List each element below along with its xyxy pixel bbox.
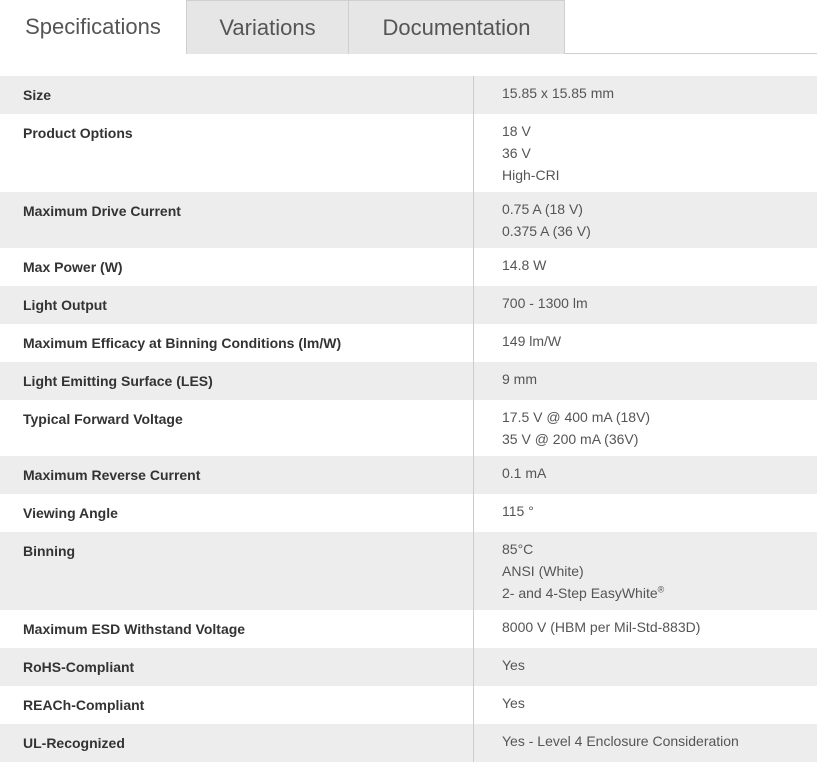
spec-value-line: 115 °	[502, 500, 817, 522]
spec-value-text: 85°C	[502, 541, 534, 557]
spec-value-line: 36 V	[502, 142, 817, 164]
spec-value-line: 0.75 A (18 V)	[502, 198, 817, 220]
spec-label: Binning	[0, 532, 474, 610]
spec-value: 14.8 W	[474, 248, 817, 286]
spec-value-text: 8000 V (HBM per Mil-Std-883D)	[502, 619, 701, 635]
spec-value-line: 0.1 mA	[502, 462, 817, 484]
spec-value-text: 115 °	[502, 503, 534, 519]
spec-row: Viewing Angle 115 °	[0, 494, 817, 532]
spec-row: Maximum ESD Withstand Voltage 8000 V (HBM…	[0, 610, 817, 648]
spec-value: 700 - 1300 lm	[474, 286, 817, 324]
spec-value-line: 85°C	[502, 538, 817, 560]
registered-mark: ®	[657, 584, 665, 595]
spec-value-text: 700 - 1300 lm	[502, 295, 588, 311]
spec-value-text: Yes - Level 4 Enclosure Consideration	[502, 733, 739, 749]
tab-variations[interactable]: Variations	[186, 0, 349, 54]
spec-value-text: Yes	[502, 695, 525, 711]
spec-value-line: 18 V	[502, 120, 817, 142]
spec-value-line: ANSI (White)	[502, 560, 817, 582]
spec-value: 15.85 x 15.85 mm	[474, 76, 817, 114]
spec-value-text: 36 V	[502, 145, 531, 161]
spec-label: Maximum Reverse Current	[0, 456, 474, 494]
spec-row: Product Options 18 V 36 V High-CRI	[0, 114, 817, 192]
spec-row: RoHS-Compliant Yes	[0, 648, 817, 686]
spec-row: Light Output 700 - 1300 lm	[0, 286, 817, 324]
spec-label: Maximum Efficacy at Binning Conditions (…	[0, 324, 474, 362]
spec-value: Yes	[474, 686, 817, 724]
spec-value-line: 17.5 V @ 400 mA (18V)	[502, 406, 817, 428]
spec-label: Typical Forward Voltage	[0, 400, 474, 456]
spec-label: Size	[0, 76, 474, 114]
spec-value: Yes	[474, 648, 817, 686]
spec-row: Size 15.85 x 15.85 mm	[0, 76, 817, 114]
spec-value-line: Yes	[502, 654, 817, 676]
spec-value-line: 35 V @ 200 mA (36V)	[502, 428, 817, 450]
spec-row: Max Power (W) 14.8 W	[0, 248, 817, 286]
spec-row: Maximum Drive Current 0.75 A (18 V) 0.375 …	[0, 192, 817, 248]
spec-row: Maximum Reverse Current 0.1 mA	[0, 456, 817, 494]
spec-value-line: 0.375 A (36 V)	[502, 220, 817, 242]
spec-value-text: 9 mm	[502, 371, 537, 387]
spec-label: Product Options	[0, 114, 474, 192]
spec-value: Yes - Level 4 Enclosure Consideration	[474, 724, 817, 762]
spec-row: Light Emitting Surface (LES) 9 mm	[0, 362, 817, 400]
spec-value: 9 mm	[474, 362, 817, 400]
tab-documentation[interactable]: Documentation	[348, 0, 565, 54]
spec-label: Maximum ESD Withstand Voltage	[0, 610, 474, 648]
spec-row: REACh-Compliant Yes	[0, 686, 817, 724]
spec-value-text: ANSI (White)	[502, 563, 584, 579]
spec-value-text: 0.375 A (36 V)	[502, 223, 591, 239]
spec-value-line: 9 mm	[502, 368, 817, 390]
spec-value-line: 700 - 1300 lm	[502, 292, 817, 314]
spec-value: 0.75 A (18 V) 0.375 A (36 V)	[474, 192, 817, 248]
spec-row: Typical Forward Voltage 17.5 V @ 400 mA (…	[0, 400, 817, 456]
spec-value: 115 °	[474, 494, 817, 532]
spec-row: UL-Recognized Yes - Level 4 Enclosure Con…	[0, 724, 817, 762]
spec-value: 17.5 V @ 400 mA (18V) 35 V @ 200 mA (36V)	[474, 400, 817, 456]
spec-value-text: 17.5 V @ 400 mA (18V)	[502, 409, 651, 425]
spec-value-line: Yes - Level 4 Enclosure Consideration	[502, 730, 817, 752]
spec-label: Viewing Angle	[0, 494, 474, 532]
spec-value: 0.1 mA	[474, 456, 817, 494]
spec-value: 8000 V (HBM per Mil-Std-883D)	[474, 610, 817, 648]
spec-value-text: 0.1 mA	[502, 465, 547, 481]
spec-value-text: 2- and 4-Step EasyWhite	[502, 585, 658, 601]
spec-value-text: Yes	[502, 657, 525, 673]
spec-label: Max Power (W)	[0, 248, 474, 286]
tab-bar: Specifications Variations Documentation	[0, 0, 817, 54]
spec-value-text: 14.8 W	[502, 257, 547, 273]
spec-value-text: 35 V @ 200 mA (36V)	[502, 431, 639, 447]
spec-label: Light Output	[0, 286, 474, 324]
spec-value-line: 14.8 W	[502, 254, 817, 276]
spec-label: Maximum Drive Current	[0, 192, 474, 248]
specifications-table: Size 15.85 x 15.85 mm Product Options 18 V 3…	[0, 76, 817, 762]
spec-value-line: 15.85 x 15.85 mm	[502, 82, 817, 104]
tab-specifications[interactable]: Specifications	[0, 0, 187, 54]
spec-value: 149 lm/W	[474, 324, 817, 362]
spec-value-text: 18 V	[502, 123, 531, 139]
spec-value-line: 2- and 4-Step EasyWhite®	[502, 582, 817, 604]
spec-value-text: 0.75 A (18 V)	[502, 201, 583, 217]
spec-value-text: High-CRI	[502, 167, 560, 183]
spec-label: RoHS-Compliant	[0, 648, 474, 686]
spec-label: UL-Recognized	[0, 724, 474, 762]
spec-value: 85°C ANSI (White) 2- and 4-Step EasyWhite®	[474, 532, 817, 610]
spec-value-text: 15.85 x 15.85 mm	[502, 85, 615, 101]
spec-value-line: High-CRI	[502, 164, 817, 186]
spec-row: Binning 85°C ANSI (White) 2- and 4-Step Eas…	[0, 532, 817, 610]
spec-label: Light Emitting Surface (LES)	[0, 362, 474, 400]
spec-row: Maximum Efficacy at Binning Conditions (…	[0, 324, 817, 362]
spec-label: REACh-Compliant	[0, 686, 474, 724]
spec-value-line: Yes	[502, 692, 817, 714]
spec-value-line: 149 lm/W	[502, 330, 817, 352]
spec-value-text: 149 lm/W	[502, 333, 562, 349]
spec-value: 18 V 36 V High-CRI	[474, 114, 817, 192]
spec-value-line: 8000 V (HBM per Mil-Std-883D)	[502, 616, 817, 638]
